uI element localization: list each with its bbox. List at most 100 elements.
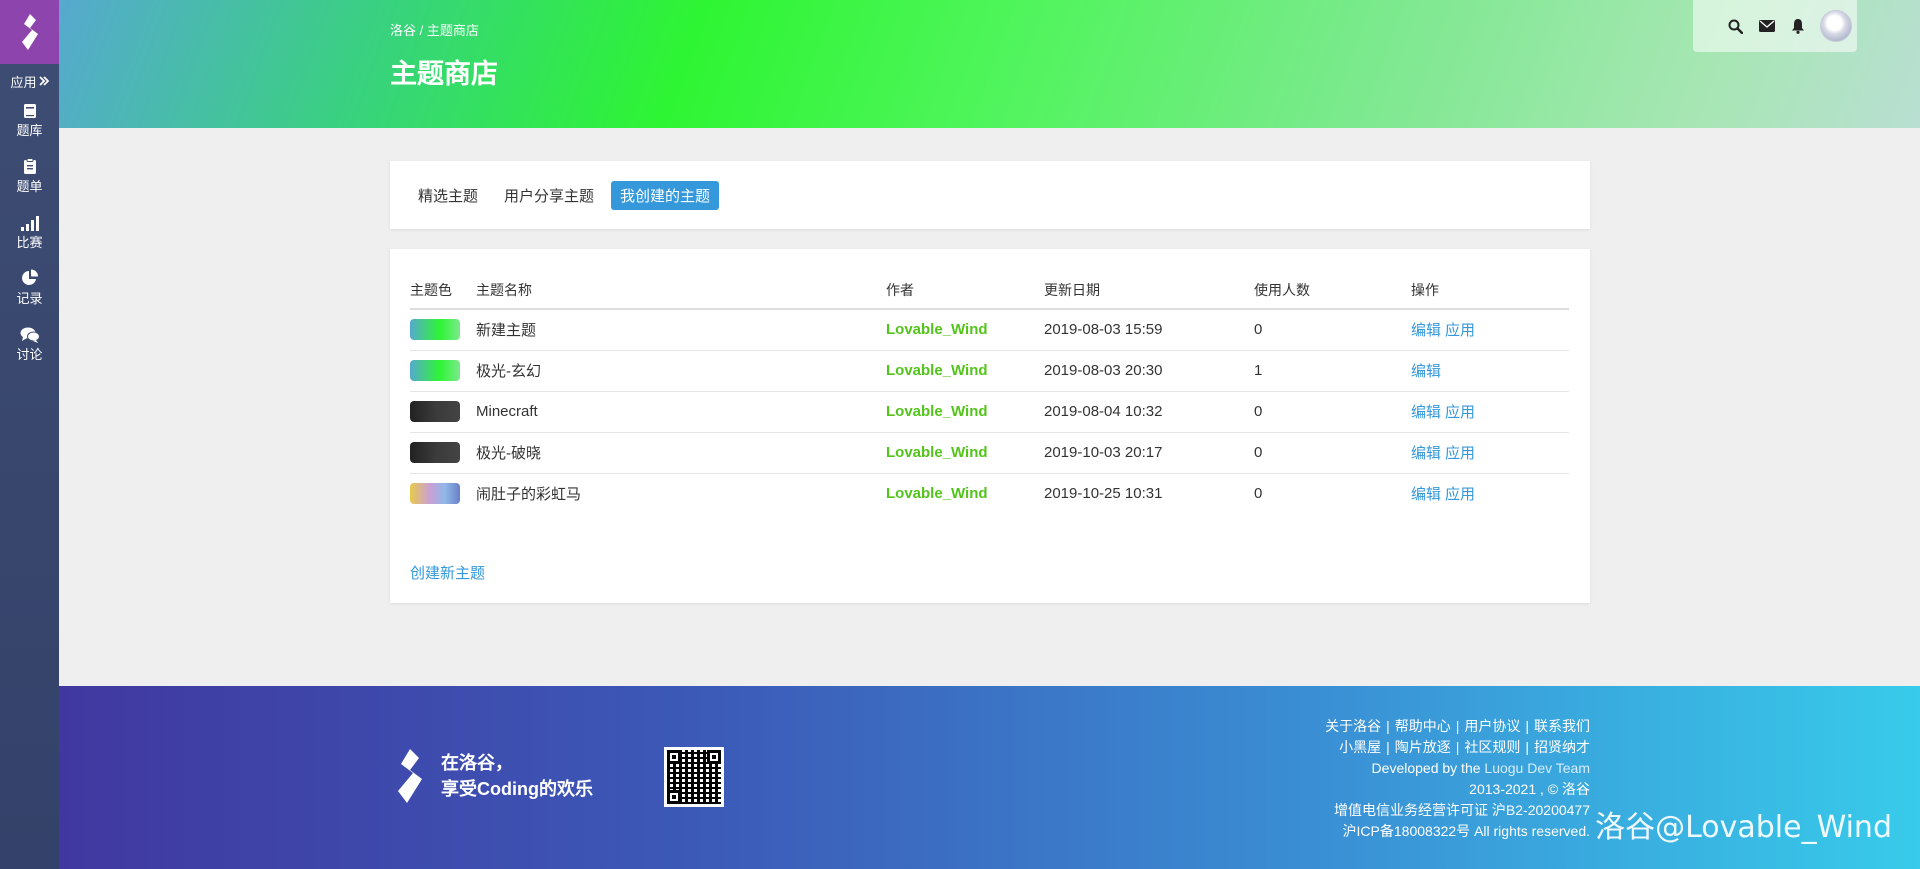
bell-icon[interactable] [1789, 18, 1806, 35]
footer-license[interactable]: 增值电信业务经营许可证 沪B2-20200477 [1325, 800, 1590, 821]
footer-slogan: 在洛谷， 享受Coding的欢乐 [441, 750, 593, 802]
avatar[interactable] [1820, 10, 1852, 42]
update-date: 2019-08-03 15:59 [1044, 309, 1254, 351]
page-title: 主题商店 [390, 59, 498, 89]
apply-link[interactable]: 应用 [1445, 322, 1475, 339]
breadcrumb[interactable]: 洛谷 / 主题商店 [390, 20, 479, 39]
table-row: 极光-玄幻 Lovable_Wind 2019-08-03 20:30 1 编辑 [410, 350, 1569, 392]
apply-link[interactable]: 应用 [1445, 486, 1475, 503]
pie-chart-icon [21, 265, 39, 287]
user-count: 0 [1254, 309, 1411, 351]
update-date: 2019-08-03 20:30 [1044, 350, 1254, 392]
author-link[interactable]: Lovable_Wind [886, 391, 1044, 433]
mail-icon[interactable] [1758, 18, 1775, 35]
theme-color-swatch [410, 360, 460, 381]
edit-link[interactable]: 编辑 [1411, 445, 1441, 462]
edit-link[interactable]: 编辑 [1411, 322, 1441, 339]
update-date: 2019-10-03 20:17 [1044, 432, 1254, 474]
page-header: 洛谷 / 主题商店 主题商店 [59, 0, 1920, 128]
footer-links: 关于洛谷 | 帮助中心 | 用户协议 | 联系我们 小黑屋 | 陶片放逐 | 社区规则 | 招贤纳才 D… [1325, 716, 1590, 842]
footer-link-jobs[interactable]: 招贤纳才 [1534, 739, 1590, 755]
table-header-row: 主题色 主题名称 作者 更新日期 使用人数 操作 [410, 269, 1569, 310]
theme-color-swatch [410, 319, 460, 341]
sidebar-item-label: 讨论 [16, 347, 43, 362]
app-menu-label: 应用 [10, 74, 37, 90]
slogan-line: 在洛谷， [441, 753, 513, 773]
footer-link-contact[interactable]: 联系我们 [1534, 718, 1590, 734]
footer-link-rules[interactable]: 社区规则 [1464, 739, 1520, 755]
sidebar-item-label: 记录 [16, 291, 43, 306]
sidebar-item-training[interactable]: 题单 [0, 146, 59, 202]
footer-icp[interactable]: 沪ICP备18008322号 All rights reserved. [1325, 821, 1590, 842]
sidebar-item-label: 比赛 [16, 235, 43, 250]
app-menu-toggle[interactable]: 应用 [0, 72, 59, 90]
theme-tabs: 精选主题 用户分享主题 我创建的主题 [390, 161, 1590, 229]
double-chevron-right-icon [38, 74, 49, 89]
update-date: 2019-08-04 10:32 [1044, 391, 1254, 433]
table-row: 极光-破晓 Lovable_Wind 2019-10-03 20:17 0 编辑… [410, 432, 1569, 474]
update-date: 2019-10-25 10:31 [1044, 485, 1163, 503]
table-row: 闹肚子的彩虹马 Lovable_Wind 2019-10-25 10:31 0 … [410, 473, 1569, 514]
signal-bars-icon [20, 209, 39, 231]
user-count: 0 [1254, 485, 1263, 503]
author-link[interactable]: Lovable_Wind [886, 473, 1044, 514]
sidebar-item-contest[interactable]: 比赛 [0, 202, 59, 258]
edit-link[interactable]: 编辑 [1411, 404, 1441, 421]
comments-icon [20, 321, 40, 343]
slogan-line: 享受Coding的欢乐 [441, 779, 593, 799]
create-theme-link[interactable]: 创建新主题 [410, 562, 485, 583]
footer: 在洛谷， 享受Coding的欢乐 关于洛谷 | 帮助中心 | 用户协议 | 联系我们 小黑屋… [59, 686, 1920, 869]
sidebar-item-label: 题单 [16, 179, 43, 194]
column-header: 作者 [886, 269, 1044, 310]
book-icon [23, 97, 37, 119]
apply-link[interactable]: 应用 [1445, 445, 1475, 462]
sidebar: 应用 题库 题单 比赛 记录 讨论 [0, 0, 59, 869]
tab-featured-themes[interactable]: 精选主题 [418, 181, 487, 210]
luogu-logo-icon [21, 14, 38, 50]
author-link[interactable]: Lovable_Wind [886, 350, 1044, 392]
tab-shared-themes[interactable]: 用户分享主题 [495, 181, 603, 210]
dev-team-link[interactable]: Luogu Dev Team [1484, 760, 1590, 776]
footer-link-help[interactable]: 帮助中心 [1395, 718, 1451, 734]
theme-table: 主题色 主题名称 作者 更新日期 使用人数 操作 新建主题 Lovable_Wi… [410, 269, 1569, 514]
theme-name: 闹肚子的彩虹马 [476, 486, 582, 504]
footer-link-ostracism[interactable]: 陶片放逐 [1395, 739, 1451, 755]
sidebar-item-discuss[interactable]: 讨论 [0, 314, 59, 370]
edit-link[interactable]: 编辑 [1411, 486, 1441, 503]
column-header: 使用人数 [1254, 269, 1411, 310]
theme-name: 极光-玄幻 [476, 350, 886, 392]
apply-link[interactable]: 应用 [1445, 404, 1475, 421]
theme-name: 新建主题 [476, 309, 886, 351]
footer-link-about[interactable]: 关于洛谷 [1325, 718, 1381, 734]
author-link[interactable]: Lovable_Wind [886, 309, 1044, 351]
developed-by-text: Developed by the [1371, 760, 1485, 776]
clipboard-icon [23, 153, 37, 175]
sidebar-item-label: 题库 [16, 123, 43, 138]
theme-table-card: 主题色 主题名称 作者 更新日期 使用人数 操作 新建主题 Lovable_Wi… [390, 249, 1590, 603]
theme-name: 极光-破晓 [476, 432, 886, 474]
luogu-logo-icon [398, 749, 422, 803]
edit-link[interactable]: 编辑 [1411, 363, 1441, 380]
search-icon[interactable] [1727, 18, 1744, 35]
table-row: 新建主题 Lovable_Wind 2019-08-03 15:59 0 编辑应… [410, 309, 1569, 351]
qr-code [664, 747, 724, 807]
user-count: 0 [1254, 432, 1411, 474]
column-header: 操作 [1411, 269, 1569, 310]
sidebar-item-problems[interactable]: 题库 [0, 90, 59, 146]
footer-links-row: 小黑屋 | 陶片放逐 | 社区规则 | 招贤纳才 [1339, 739, 1590, 755]
sidebar-item-records[interactable]: 记录 [0, 258, 59, 314]
author-link[interactable]: Lovable_Wind [886, 432, 1044, 474]
footer-link-blackroom[interactable]: 小黑屋 [1339, 739, 1381, 755]
column-header: 主题色 [410, 269, 476, 310]
tab-my-themes[interactable]: 我创建的主题 [611, 180, 720, 210]
user-count: 1 [1254, 350, 1411, 392]
theme-color-swatch [410, 401, 460, 422]
footer-link-agreement[interactable]: 用户协议 [1464, 718, 1520, 734]
footer-developed-by: Developed by the Luogu Dev Team [1325, 758, 1590, 779]
user-count: 0 [1254, 391, 1411, 433]
theme-name: Minecraft [476, 391, 886, 433]
luogu-logo[interactable] [0, 0, 59, 64]
footer-brand: 在洛谷， 享受Coding的欢乐 [389, 746, 593, 806]
column-header: 主题名称 [476, 269, 886, 310]
table-row: Minecraft Lovable_Wind 2019-08-04 10:32 … [410, 391, 1569, 433]
